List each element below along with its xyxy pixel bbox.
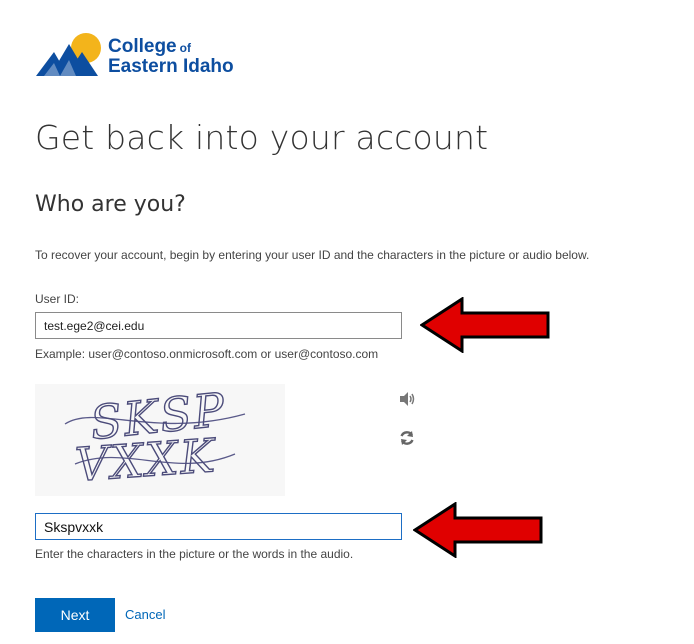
user-id-example: Example: user@contoso.onmicrosoft.com or… <box>35 347 379 361</box>
page-title: Get back into your account <box>35 118 489 157</box>
captcha-help-text: Enter the characters in the picture or t… <box>35 547 354 561</box>
logo-line2: Eastern Idaho <box>108 56 234 77</box>
logo-mountains-icon <box>36 33 101 76</box>
next-button[interactable]: Next <box>35 598 115 632</box>
speaker-icon[interactable] <box>397 389 417 409</box>
red-arrow-icon <box>413 502 543 558</box>
cancel-link[interactable]: Cancel <box>125 607 165 622</box>
red-arrow-icon <box>420 297 550 353</box>
captcha-line2: VXXK <box>74 428 219 492</box>
refresh-icon[interactable] <box>397 428 417 448</box>
college-logo: College of Eastern Idaho <box>36 30 246 80</box>
page-subtitle: Who are you? <box>35 192 186 217</box>
captcha-image: SKSP VXXK <box>35 381 285 496</box>
intro-text: To recover your account, begin by enteri… <box>35 248 590 262</box>
user-id-input[interactable] <box>35 312 402 339</box>
logo-line1: College of <box>108 36 191 57</box>
captcha-input[interactable] <box>35 513 402 540</box>
user-id-label: User ID: <box>35 292 80 306</box>
